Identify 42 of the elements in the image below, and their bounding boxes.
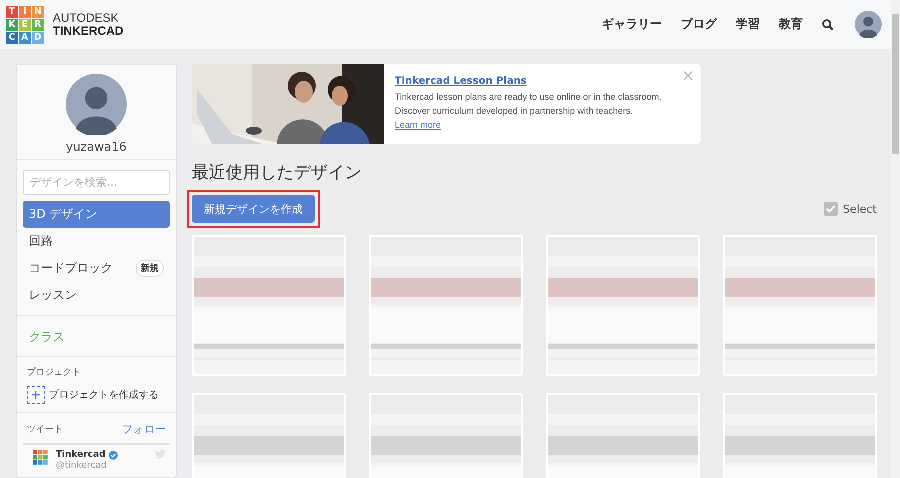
username: yuzawa16 [66, 140, 127, 154]
follow-link[interactable]: フォロー [122, 422, 166, 437]
nav-link[interactable]: ブログ [681, 16, 717, 33]
nav-link[interactable]: 教育 [779, 16, 803, 33]
bird-icon[interactable] [155, 450, 166, 459]
tweet-author: Tinkercad [56, 450, 106, 461]
nav-link[interactable]: ギャラリー [602, 16, 662, 33]
brand-name: AUTODESK [53, 12, 120, 24]
logo-tile: I [19, 6, 31, 18]
logo-tile: N [32, 6, 44, 18]
section-heading: プロジェクト [27, 366, 82, 379]
search-field[interactable]: デザインを検索... [23, 170, 170, 195]
nav-item[interactable]: 3D デザイン [23, 201, 170, 228]
avatar [66, 74, 127, 135]
logo-tile: R [32, 18, 44, 30]
nav-item[interactable]: 回路 [23, 228, 170, 255]
checkmark-icon[interactable] [824, 202, 838, 216]
search-icon[interactable] [822, 18, 834, 30]
nav-item[interactable]: コードブロック 新規 [23, 255, 170, 282]
logo-tile: K [6, 18, 18, 30]
plus-icon[interactable] [27, 386, 45, 404]
learn-more-link[interactable]: Learn more [395, 120, 442, 130]
create-design-button[interactable]: 新規デザインを作成 [192, 195, 315, 223]
select-label[interactable]: Select [843, 202, 877, 216]
section-title: 最近使用したデザイン [192, 162, 363, 184]
logo-icon [33, 450, 48, 465]
banner-text: Tinkercad lesson plans are ready to use online or in the classroom. Discover curriculum developed in partnership with teachers. Learn more [395, 91, 663, 132]
create-project-link[interactable]: プロジェクトを作成する [49, 388, 159, 402]
logo-tile: A [19, 32, 31, 44]
banner-title-link[interactable]: Tinkercad Lesson Plans [395, 76, 675, 87]
logo-tile: E [19, 18, 31, 30]
brand-name: TINKERCAD [53, 24, 124, 38]
avatar[interactable] [855, 11, 882, 38]
scrollbar[interactable] [891, 0, 900, 478]
logo-tile: D [32, 32, 44, 44]
section-heading: ツイート [27, 424, 63, 436]
nav-item[interactable]: レッスン [23, 282, 170, 309]
logo-tile: C [6, 32, 18, 44]
nav-link[interactable]: 学習 [736, 16, 760, 33]
new-badge: 新規 [136, 260, 164, 277]
logo-tile: T [6, 6, 18, 18]
tweet-handle: @tinkercad [56, 461, 108, 472]
